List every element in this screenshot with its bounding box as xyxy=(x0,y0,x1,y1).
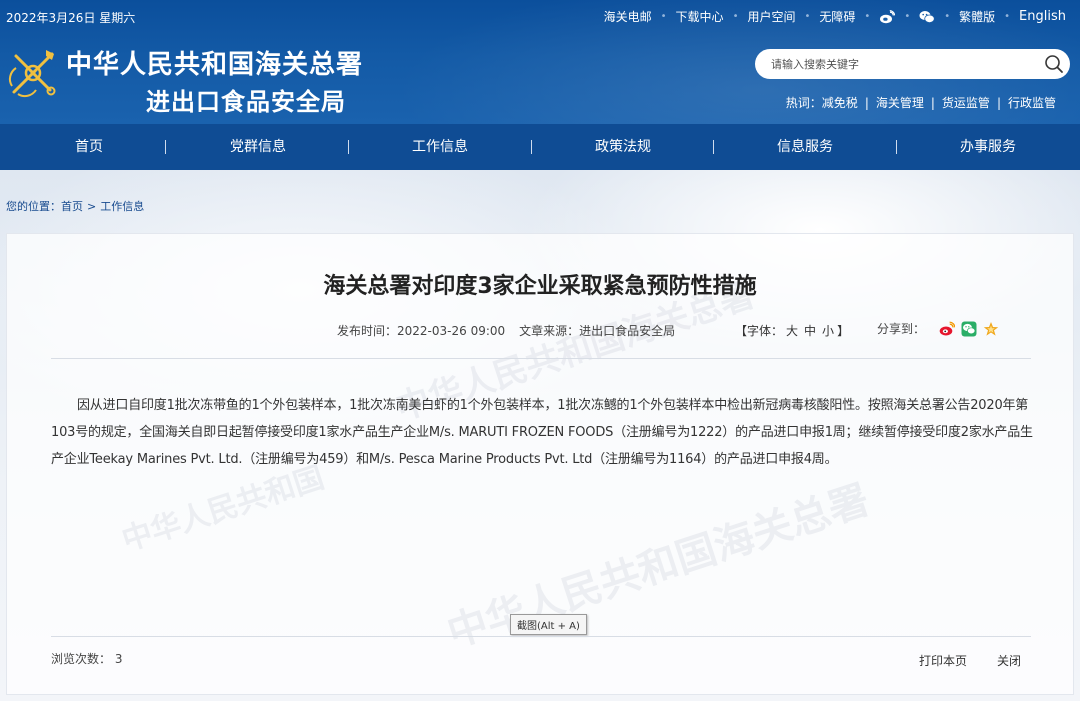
font-size-control: 【字体：大中小】 xyxy=(735,324,850,338)
screenshot-tooltip: 截图(Alt + A) xyxy=(510,614,587,635)
link-accessibility[interactable]: 无障碍 xyxy=(819,8,855,25)
hot-keywords-label: 热词： xyxy=(785,96,822,110)
top-links: 海关电邮 • 下载中心 • 用户空间 • 无障碍 • • • 繁體版 • Eng… xyxy=(603,8,1066,25)
divider xyxy=(51,636,1031,637)
search-icon[interactable] xyxy=(1044,54,1064,74)
hot-keywords: 热词： 减免税 | 海关管理 | 货运监管 | 行政监管 xyxy=(785,94,1056,111)
breadcrumb-prefix: 您的位置： xyxy=(6,200,61,213)
view-count: 浏览次数： 3 xyxy=(51,650,122,667)
view-count-value: 3 xyxy=(114,652,123,666)
source-label: 文章来源： xyxy=(519,324,580,338)
link-traditional-chinese[interactable]: 繁體版 xyxy=(959,8,995,25)
nav-work-info[interactable]: 工作信息 xyxy=(400,124,480,170)
share-weibo-icon[interactable] xyxy=(939,321,956,337)
hotword-tax-exemption[interactable]: 减免税 xyxy=(822,94,858,111)
share-bar: 分享到： xyxy=(877,320,999,337)
publish-time: 2022-03-26 09:00 xyxy=(397,323,506,338)
hotword-customs-management[interactable]: 海关管理 xyxy=(876,94,924,111)
share-label: 分享到： xyxy=(877,322,926,336)
hotword-cargo-supervision[interactable]: 货运监管 xyxy=(942,94,990,111)
breadcrumb: 您的位置： 首页 > 工作信息 xyxy=(6,198,145,214)
background-watermark: 中华人民共和国海关总署 xyxy=(441,475,875,657)
article-title: 海关总署对印度3家企业采取紧急预防性措施 xyxy=(323,274,757,299)
font-large-button[interactable]: 大 xyxy=(786,324,798,338)
nav-policies[interactable]: 政策法规 xyxy=(583,124,663,170)
nav-online-services[interactable]: 办事服务 xyxy=(948,124,1028,170)
article-source: 进出口食品安全局 xyxy=(579,324,676,338)
site-header: 2022年3月26日 星期六 海关电邮 • 下载中心 • 用户空间 • 无障碍 … xyxy=(0,0,1080,124)
breadcrumb-work-info[interactable]: 工作信息 xyxy=(100,198,144,214)
wechat-icon[interactable] xyxy=(919,10,935,24)
link-user-space[interactable]: 用户空间 xyxy=(747,8,795,25)
nav-party-info[interactable]: 党群信息 xyxy=(218,124,298,170)
article-body: 因从进口自印度1批次冻带鱼的1个外包装样本，1批次冻南美白虾的1个外包装样本，1… xyxy=(51,398,1033,467)
font-small-button[interactable]: 小 xyxy=(822,324,834,338)
search-input[interactable] xyxy=(771,55,1031,73)
link-customs-email[interactable]: 海关电邮 xyxy=(604,8,652,25)
search-box xyxy=(755,49,1070,79)
article-meta: 发布时间： 2022-03-26 09:00 文章来源： 进出口食品安全局 xyxy=(337,322,675,339)
publish-label: 发布时间： xyxy=(337,324,398,338)
hotword-admin-supervision[interactable]: 行政监管 xyxy=(1008,94,1056,111)
link-english[interactable]: English xyxy=(1019,9,1066,24)
main-nav: 首页 党群信息 工作信息 政策法规 信息服务 办事服务 xyxy=(0,124,1080,170)
site-title: 中华人民共和国海关总署 xyxy=(66,50,364,80)
weibo-icon[interactable] xyxy=(879,9,896,24)
print-button[interactable]: 打印本页 xyxy=(919,652,967,669)
view-count-label: 浏览次数： xyxy=(51,652,112,666)
current-date: 2022年3月26日 星期六 xyxy=(6,11,136,25)
share-wechat-icon[interactable] xyxy=(961,321,977,337)
share-favorite-star-icon[interactable] xyxy=(983,321,999,337)
article-card: 中华人民共和国海关总署 中华人民共和国海关总署 中华人民共和国 海关总署对印度3… xyxy=(6,233,1074,695)
nav-home[interactable]: 首页 xyxy=(59,124,119,170)
close-button[interactable]: 关闭 xyxy=(997,652,1021,669)
breadcrumb-home[interactable]: 首页 xyxy=(61,198,83,214)
link-download-center[interactable]: 下载中心 xyxy=(676,8,724,25)
font-medium-button[interactable]: 中 xyxy=(804,324,816,338)
customs-emblem-icon[interactable] xyxy=(6,46,60,100)
nav-info-services[interactable]: 信息服务 xyxy=(765,124,845,170)
divider xyxy=(51,358,1031,359)
site-subtitle: 进出口食品安全局 xyxy=(146,87,346,116)
